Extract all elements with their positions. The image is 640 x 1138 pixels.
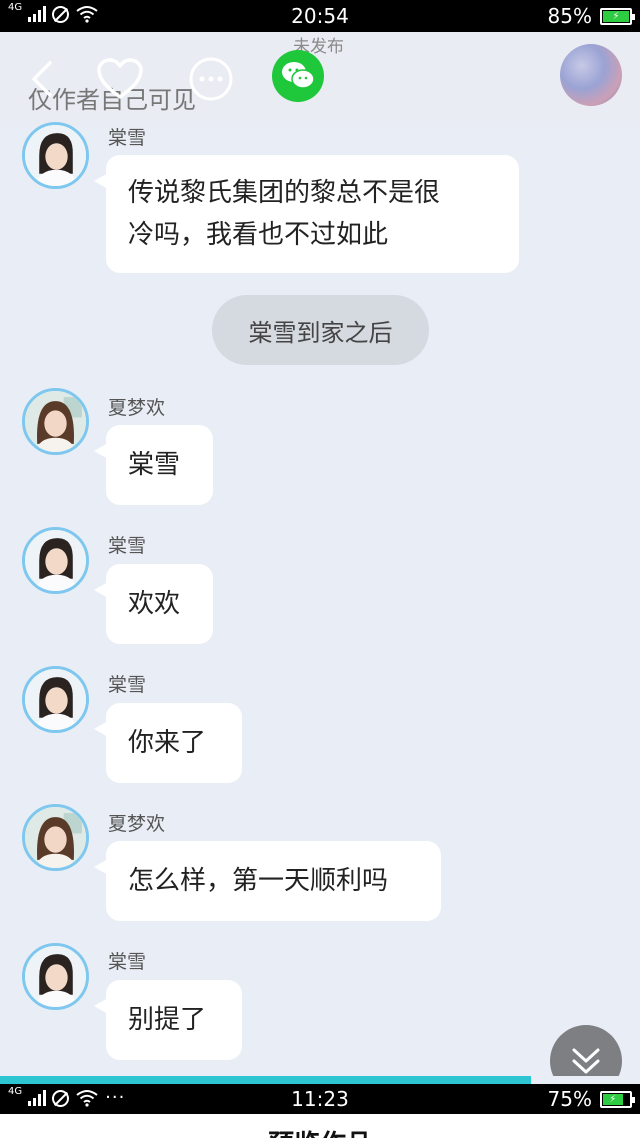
- avatar-xiamenghuan[interactable]: [22, 388, 89, 455]
- message-bubble: 怎么样，第一天顺利吗: [94, 841, 441, 921]
- sender-name: 夏梦欢: [108, 397, 166, 419]
- avatar-tangxue[interactable]: [22, 527, 89, 594]
- sender-name: 棠雪: [108, 535, 147, 557]
- story-cover-avatar[interactable]: [560, 44, 622, 106]
- message-text: 欢欢: [128, 589, 181, 619]
- message-bubble: 你来了: [94, 703, 242, 783]
- sender-name: 棠雪: [108, 127, 147, 149]
- share-wechat-button[interactable]: [272, 50, 324, 102]
- battery-icon: ⚡: [600, 7, 635, 25]
- battery-group: 75% ⚡: [547, 1087, 635, 1111]
- sender-name: 棠雪: [108, 951, 147, 973]
- reading-progress-bar: [0, 1076, 640, 1084]
- chat-area: 棠雪 传说黎氏集团的黎总不是很 冷吗，我看也不过如此 棠雪到家之后 夏梦欢 棠雪…: [0, 122, 640, 1097]
- battery-percent: 75%: [547, 1087, 592, 1111]
- like-button[interactable]: [95, 54, 145, 104]
- battery-percent: 85%: [547, 4, 592, 28]
- message-bubble: 欢欢: [94, 564, 213, 644]
- message-text-line: 传说黎氏集团的黎总不是很: [128, 178, 441, 208]
- battery-icon: ⚡: [600, 1090, 635, 1108]
- reading-progress-fill: [0, 1076, 532, 1084]
- back-icon: [32, 61, 52, 97]
- message-bubble: 别提了: [94, 980, 242, 1060]
- avatar-tangxue[interactable]: [22, 122, 89, 189]
- avatar-tangxue[interactable]: [22, 943, 89, 1010]
- bottom-status-bar: 4G ··· 11:23 75% ⚡: [0, 1084, 640, 1114]
- wechat-icon: [282, 62, 315, 89]
- heart-icon: [97, 58, 143, 99]
- message-text: 别提了: [128, 1005, 207, 1035]
- more-icon: [189, 57, 233, 101]
- message-text: 棠雪: [128, 450, 181, 480]
- status-time: 20:54: [291, 4, 349, 28]
- message-text-line: 冷吗，我看也不过如此: [128, 220, 389, 250]
- sender-name: 棠雪: [108, 674, 147, 696]
- preview-title-bar: 预览作品: [0, 1114, 640, 1138]
- sender-name: 夏梦欢: [108, 813, 166, 835]
- battery-group: 85% ⚡: [547, 4, 635, 28]
- avatar-tangxue[interactable]: [22, 666, 89, 733]
- avatar-xiamenghuan[interactable]: [22, 804, 89, 871]
- back-button[interactable]: [18, 54, 68, 104]
- message-text: 怎么样，第一天顺利吗: [128, 866, 389, 896]
- top-status-bar: 4G 20:54 85% ⚡: [0, 0, 640, 32]
- more-button[interactable]: [186, 54, 236, 104]
- message-bubble: 棠雪: [94, 425, 213, 505]
- double-chevron-down-icon: [572, 1048, 600, 1074]
- preview-title: 预览作品: [0, 1124, 640, 1138]
- message-text: 你来了: [128, 728, 207, 758]
- narration-bubble: 棠雪到家之后: [212, 295, 429, 365]
- story-header: 未发布 仅作者自己可见: [0, 32, 640, 127]
- status-time: 11:23: [291, 1087, 349, 1111]
- message-bubble: 传说黎氏集团的黎总不是很 冷吗，我看也不过如此: [94, 155, 519, 273]
